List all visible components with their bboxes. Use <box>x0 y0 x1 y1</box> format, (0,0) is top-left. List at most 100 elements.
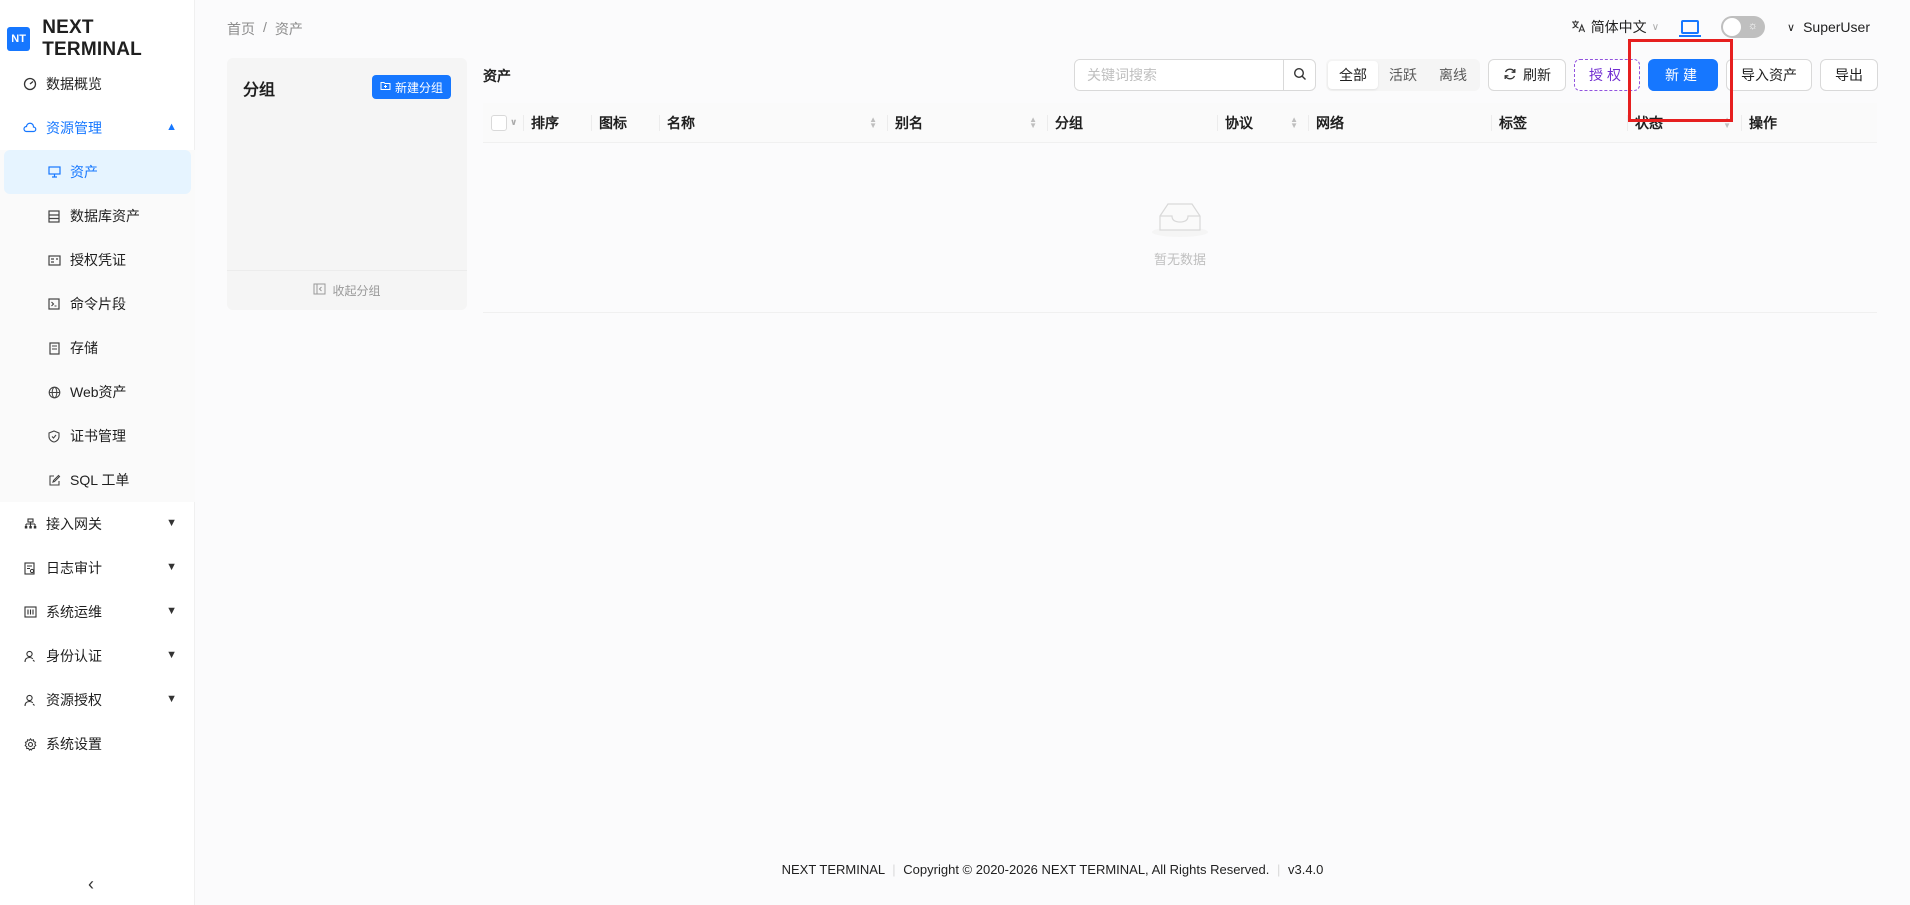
sidebar-item-resources[interactable]: 资源管理 ▲ <box>0 106 195 150</box>
sort-icon: ▲ ▼ <box>1723 114 1731 130</box>
import-assets-button[interactable]: 导入资产 <box>1726 59 1812 91</box>
search-icon <box>1293 67 1307 84</box>
status-filter: 全部 活跃 离线 <box>1326 59 1480 91</box>
sidebar-item-snippets[interactable]: 命令片段 <box>0 282 195 326</box>
folder-add-icon <box>380 80 391 94</box>
sidebar-item-storage[interactable]: 存储 <box>0 326 195 370</box>
column-status[interactable]: 状态 ▲ ▼ <box>1627 103 1741 143</box>
sidebar-item-assets[interactable]: 资产 <box>4 150 191 194</box>
collapse-icon <box>313 283 326 298</box>
sort-icon: ▲ ▼ <box>869 114 877 130</box>
storage-icon <box>46 340 62 356</box>
sidebar-item-label: 证书管理 <box>70 428 126 444</box>
select-all-checkbox[interactable] <box>491 114 507 131</box>
search-input[interactable] <box>1075 60 1283 90</box>
sidebar-item-label: 数据库资产 <box>70 208 140 224</box>
sidebar-item-label: Web资产 <box>70 384 127 400</box>
header-right: 简体中文 ∨ ☼ ∨ SuperUser <box>1571 16 1870 38</box>
search-box <box>1074 59 1316 91</box>
footer-copyright: Copyright © 2020-2026 NEXT TERMINAL, All… <box>903 862 1270 877</box>
sort-icon: ▲ ▼ <box>1029 114 1037 130</box>
user-menu[interactable]: ∨ SuperUser <box>1787 19 1870 35</box>
toggle-knob <box>1723 18 1742 36</box>
breadcrumb-current: 资产 <box>274 21 303 37</box>
sidebar-item-authorization[interactable]: 资源授权 ▼ <box>0 678 195 722</box>
sidebar-item-label: 命令片段 <box>70 296 126 312</box>
search-button[interactable] <box>1283 60 1315 90</box>
column-icon: 图标 <box>591 103 659 143</box>
dashboard-icon <box>22 76 38 92</box>
credential-icon <box>46 252 62 268</box>
sidebar-item-label: 数据概览 <box>46 76 102 92</box>
sidebar-item-certificates[interactable]: 证书管理 <box>0 414 195 458</box>
ops-icon <box>22 604 38 620</box>
refresh-button[interactable]: 刷新 <box>1488 59 1566 91</box>
sidebar-item-identity[interactable]: 身份认证 ▼ <box>0 634 195 678</box>
theme-toggle[interactable]: ☼ <box>1721 16 1766 38</box>
breadcrumb-home[interactable]: 首页 <box>227 19 255 39</box>
laptop-icon[interactable] <box>1679 20 1702 37</box>
sidebar-item-label: 系统设置 <box>46 736 102 752</box>
chevron-down-icon[interactable]: ∨ <box>510 117 517 128</box>
collapse-groups-button[interactable]: 收起分组 <box>227 270 467 310</box>
chevron-down-icon: ▼ <box>166 605 177 617</box>
new-asset-button[interactable]: 新建 <box>1648 59 1718 91</box>
sidebar-item-label: 资源授权 <box>46 692 102 708</box>
sidebar-item-web-assets[interactable]: Web资产 <box>0 370 195 414</box>
new-group-button[interactable]: 新建分组 <box>371 75 451 99</box>
column-alias[interactable]: 别名 ▲ ▼ <box>887 103 1047 143</box>
user-icon <box>22 692 38 708</box>
translate-icon <box>1571 19 1586 36</box>
column-tags: 标签 <box>1491 103 1627 143</box>
chevron-down-icon: ▼ <box>166 561 177 573</box>
assets-toolbar: 全部 活跃 离线 刷新 授权 新建 导入资产 导出 <box>1074 59 1878 91</box>
sidebar-item-dashboard[interactable]: 数据概览 <box>0 62 195 106</box>
filter-all[interactable]: 全部 <box>1328 61 1378 89</box>
filter-active[interactable]: 活跃 <box>1378 61 1428 89</box>
logo-badge: NT <box>7 27 31 51</box>
chevron-down-icon: ∨ <box>1787 21 1796 34</box>
sidebar-item-label: 授权凭证 <box>70 252 126 268</box>
group-panel-title: 分组 <box>243 82 276 99</box>
gateway-icon <box>22 516 38 532</box>
column-protocol[interactable]: 协议 ▲ ▼ <box>1217 103 1308 143</box>
sidebar-item-label: 身份认证 <box>46 648 102 664</box>
globe-icon <box>46 384 62 400</box>
sidebar-item-label: 系统运维 <box>46 604 102 620</box>
collapse-groups-label: 收起分组 <box>332 284 381 298</box>
empty-state: 暂无数据 <box>483 143 1877 313</box>
sidebar-item-label: 接入网关 <box>46 516 102 532</box>
filter-offline[interactable]: 离线 <box>1428 61 1478 89</box>
chevron-down-icon: ▼ <box>166 517 177 529</box>
sidebar-item-sql-tickets[interactable]: SQL 工单 <box>0 458 195 502</box>
sidebar-item-label: 资产 <box>70 164 98 180</box>
column-sort-order: 排序 <box>523 103 591 143</box>
sidebar-item-audit[interactable]: 日志审计 ▼ <box>0 546 195 590</box>
refresh-icon <box>1503 67 1517 84</box>
sidebar-menu: 数据概览 资源管理 ▲ 资产 数据库资产 授权凭证 命令片段 存储 Web资产 … <box>0 62 195 766</box>
username: SuperUser <box>1803 19 1870 35</box>
column-actions: 操作 <box>1741 103 1877 143</box>
resources-submenu: 资产 数据库资产 授权凭证 命令片段 存储 Web资产 证书管理 SQL 工单 <box>0 150 195 502</box>
language-selector[interactable]: 简体中文 ∨ <box>1571 17 1659 37</box>
user-icon <box>22 648 38 664</box>
assets-title: 资产 <box>483 68 511 84</box>
sort-icon: ▲ ▼ <box>1290 114 1298 130</box>
assets-table: ∨ 排序 图标 名称 ▲ ▼ 别名 ▲ ▼ 分组 协议 ▲ ▼ 网络 标签 状态 ▲ ▼ 操作 … <box>483 103 1877 313</box>
refresh-label: 刷新 <box>1523 67 1551 83</box>
sidebar-item-label: 资源管理 <box>46 120 102 136</box>
sidebar-item-credentials[interactable]: 授权凭证 <box>0 238 195 282</box>
export-button[interactable]: 导出 <box>1820 59 1878 91</box>
column-name[interactable]: 名称 ▲ ▼ <box>659 103 887 143</box>
authorize-button[interactable]: 授权 <box>1574 59 1640 91</box>
monitor-icon <box>46 164 62 180</box>
column-group: 分组 <box>1047 103 1217 143</box>
sidebar-item-label: SQL 工单 <box>70 472 130 488</box>
chevron-down-icon: ▼ <box>166 693 177 705</box>
collapse-sidebar-icon[interactable]: ‹ <box>88 874 94 895</box>
sidebar-item-ops[interactable]: 系统运维 ▼ <box>0 590 195 634</box>
sidebar-item-settings[interactable]: 系统设置 <box>0 722 195 766</box>
footer: NEXT TERMINAL | Copyright © 2020-2026 NE… <box>781 862 1324 877</box>
sidebar-item-database-assets[interactable]: 数据库资产 <box>0 194 195 238</box>
sidebar-item-gateway[interactable]: 接入网关 ▼ <box>0 502 195 546</box>
